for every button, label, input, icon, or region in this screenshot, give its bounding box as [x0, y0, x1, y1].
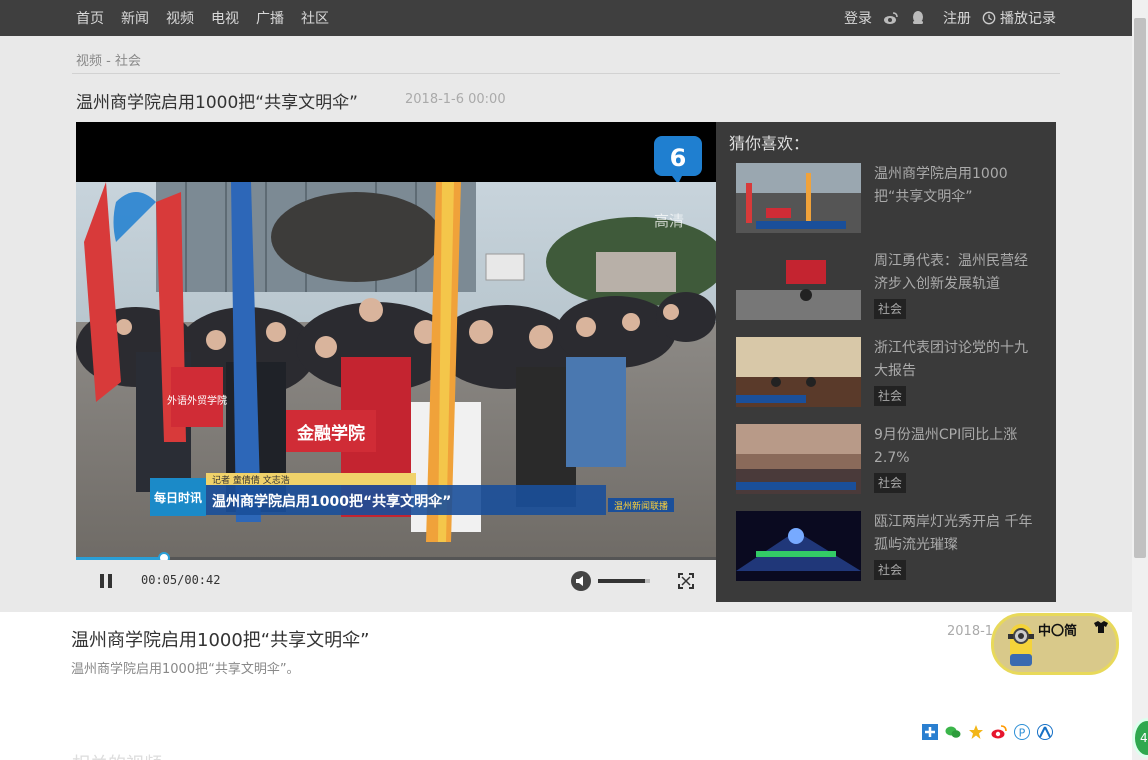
channel-logo-icon: 6 [654, 136, 702, 184]
recommend-item-title[interactable]: 浙江代表团讨论党的十九大报告 [874, 337, 1034, 383]
recommend-item[interactable]: 温州商学院启用1000把“共享文明伞” [736, 163, 1046, 233]
program-badge: 每日时讯 [154, 490, 202, 505]
recommend-item[interactable]: 周江勇代表：温州民营经济步入创新发展轨道 社会 [736, 250, 1046, 320]
login-link[interactable]: 登录 [844, 8, 872, 28]
recommend-item-title[interactable]: 9月份温州CPI同比上涨2.7% [874, 424, 1034, 470]
video-scene: 金融学院 外语外贸学院 高清 每日时讯 记者 童倩倩 文志浩 温州商学院启用10… [76, 182, 716, 560]
pause-icon[interactable] [98, 573, 114, 589]
renren-icon[interactable] [1037, 724, 1053, 740]
recommend-thumbnail[interactable] [736, 511, 861, 581]
recommend-thumbnail[interactable] [736, 337, 861, 407]
pinterest-icon[interactable]: P [1014, 724, 1030, 740]
page-scrollbar[interactable] [1132, 0, 1148, 760]
breadcrumb[interactable]: 视频 - 社会 [76, 50, 141, 69]
top-nav: 首页 新闻 视频 电视 广播 社区 登录 注册 播放记录 [0, 0, 1132, 36]
widget-label: 中〇简 [1038, 624, 1078, 639]
wechat-icon[interactable] [945, 724, 961, 740]
nav-tv[interactable]: 电视 [211, 8, 239, 28]
qzone-star-icon[interactable] [968, 724, 984, 740]
corner-badge-value: 43 [1140, 731, 1148, 745]
recommend-item[interactable]: 浙江代表团讨论党的十九大报告 社会 [736, 337, 1046, 407]
shirt-icon [1094, 621, 1108, 633]
recommend-item-title[interactable]: 温州商学院启用1000把“共享文明伞” [874, 163, 1034, 209]
recommend-thumbnail[interactable] [736, 163, 861, 233]
video-detail-date: 2018-1 [947, 624, 994, 639]
nav-account: 登录 注册 播放记录 [844, 0, 1056, 36]
svg-text:P: P [1019, 727, 1026, 740]
recommend-thumbnail[interactable] [736, 424, 861, 494]
recommend-title: 猜你喜欢： [729, 134, 810, 153]
channel-caption: 温州新闻联播 [614, 500, 668, 512]
overlay-sign-language: 外语外贸学院 [167, 394, 227, 407]
history-label: 播放记录 [1000, 11, 1056, 27]
news-caption: 温州商学院启用1000把“共享文明伞” [212, 493, 451, 510]
volume-icon[interactable] [571, 571, 593, 591]
register-link[interactable]: 注册 [943, 8, 971, 28]
recommend-item-tag[interactable]: 社会 [874, 473, 907, 493]
weibo-icon[interactable] [883, 10, 899, 26]
recommend-item[interactable]: 瓯江两岸灯光秀开启 千年孤屿流光璀璨 社会 [736, 511, 1046, 581]
nav-links: 首页 新闻 视频 电视 广播 社区 [76, 0, 329, 36]
qq-icon[interactable] [910, 10, 926, 26]
video-player[interactable]: 6 金融学院 外语外贸学院 高清 每日时讯 记者 童倩倩 文志浩 温州商学院启用… [76, 122, 716, 602]
divider [72, 73, 1060, 74]
publish-date: 2018-1-6 00:00 [405, 92, 506, 107]
recommend-item-tag[interactable]: 社会 [874, 560, 907, 580]
share-bar: P [922, 724, 1053, 740]
volume-level [598, 579, 645, 583]
share-plus-icon[interactable] [922, 724, 938, 740]
minion-icon [1008, 624, 1034, 666]
video-frame[interactable]: 金融学院 外语外贸学院 高清 每日时讯 记者 童倩倩 文志浩 温州商学院启用10… [76, 182, 716, 560]
recommend-item-title[interactable]: 瓯江两岸灯光秀开启 千年孤屿流光璀璨 [874, 511, 1034, 557]
reporter-credit: 记者 童倩倩 文志浩 [212, 474, 290, 486]
hd-watermark: 高清 [654, 212, 684, 230]
recommend-item[interactable]: 9月份温州CPI同比上涨2.7% 社会 [736, 424, 1046, 494]
video-description: 温州商学院启用1000把“共享文明伞”。 [71, 662, 300, 677]
svg-text:6: 6 [670, 144, 687, 172]
recommend-thumbnail[interactable] [736, 250, 861, 320]
related-heading: 相关的视频 [72, 750, 162, 760]
nav-news[interactable]: 新闻 [121, 8, 149, 28]
clock-icon [982, 11, 996, 25]
video-detail-title: 温州商学院启用1000把“共享文明伞” [71, 630, 370, 651]
recommend-panel: 猜你喜欢： 温州商学院启用1000把“共享文明伞” 周江勇代表：温州民营经济步入… [716, 122, 1056, 602]
floating-mascot-widget[interactable]: 中〇简 [991, 613, 1119, 675]
nav-home[interactable]: 首页 [76, 8, 104, 28]
fullscreen-icon[interactable] [678, 573, 694, 589]
page-title: 温州商学院启用1000把“共享文明伞” [76, 93, 358, 113]
time-display: 00:05/00:42 [141, 573, 221, 587]
overlay-sign-finance: 金融学院 [296, 423, 365, 444]
player-controls: 00:05/00:42 [76, 560, 716, 602]
nav-video[interactable]: 视频 [166, 8, 194, 28]
history-link[interactable]: 播放记录 [982, 8, 1056, 28]
nav-community[interactable]: 社区 [301, 8, 329, 28]
volume-slider[interactable] [598, 579, 650, 583]
scrollbar-thumb[interactable] [1134, 18, 1146, 558]
nav-radio[interactable]: 广播 [256, 8, 284, 28]
recommend-item-tag[interactable]: 社会 [874, 299, 907, 319]
weibo-share-icon[interactable] [991, 724, 1007, 740]
recommend-item-tag[interactable]: 社会 [874, 386, 907, 406]
recommend-item-title[interactable]: 周江勇代表：温州民营经济步入创新发展轨道 [874, 250, 1034, 296]
